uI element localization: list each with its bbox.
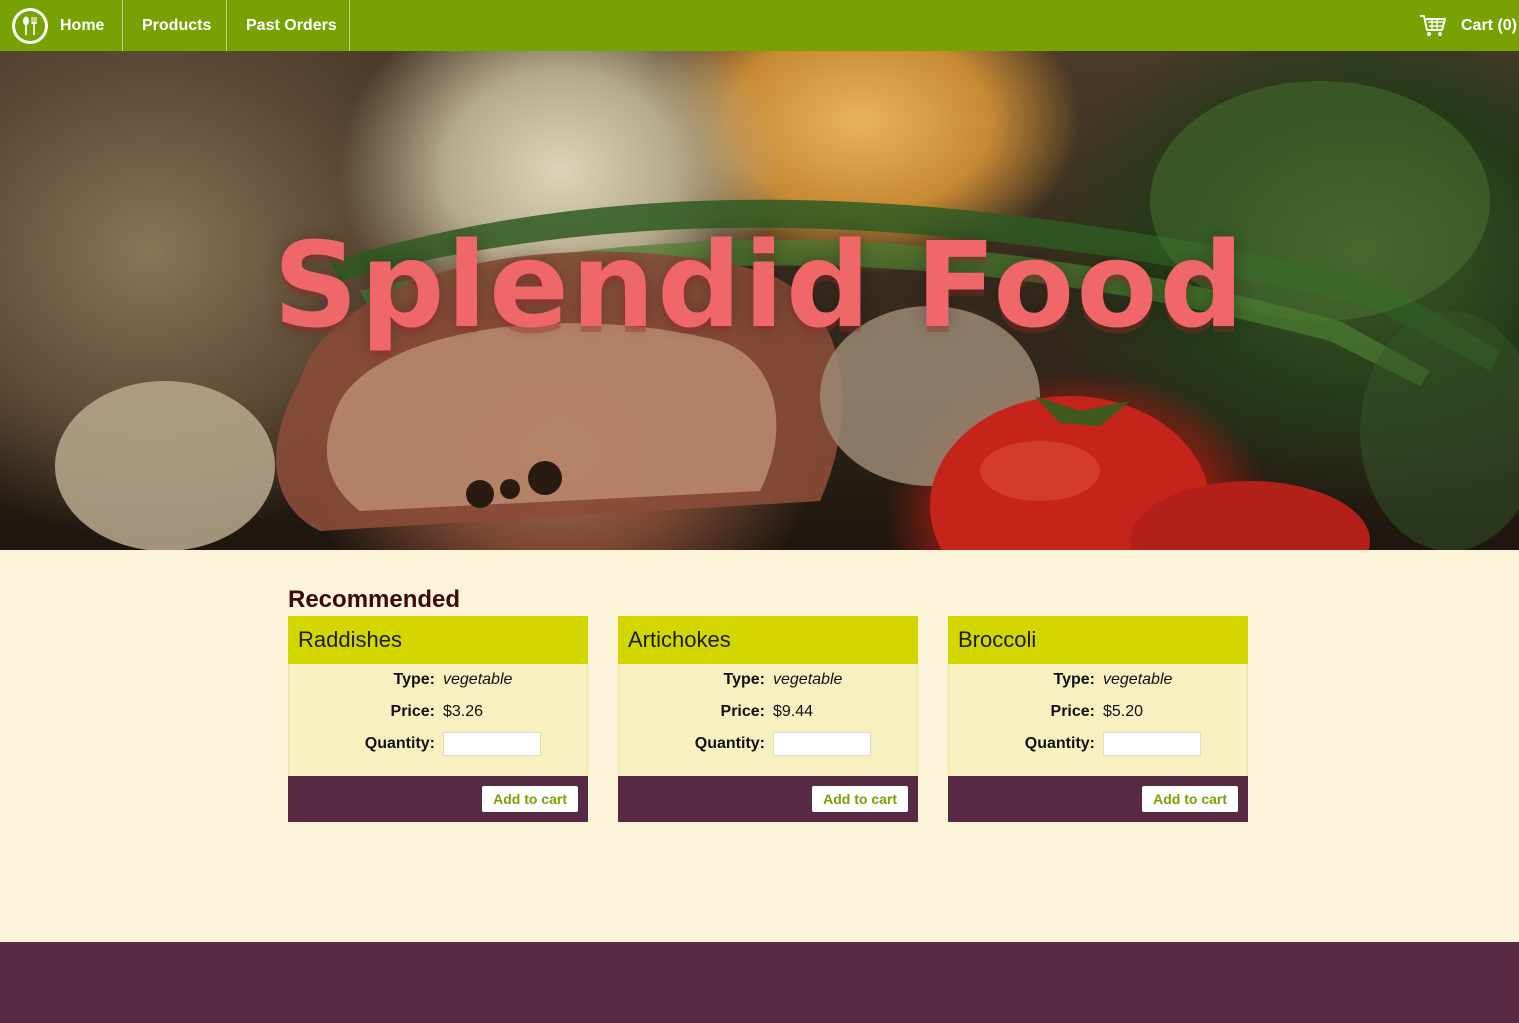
cart-label: Cart (0) <box>1460 16 1517 34</box>
nav-past-orders-link[interactable]: Past Orders <box>246 0 337 51</box>
product-card: Raddishes Type: vegetable Price: $3.26 Q… <box>288 616 588 822</box>
product-name: Artichokes <box>618 616 918 664</box>
product-card: Artichokes Type: vegetable Price: $9.44 … <box>618 616 918 822</box>
quantity-input[interactable] <box>773 732 871 756</box>
nav-products-link[interactable]: Products <box>142 0 211 51</box>
nav-home-label: Home <box>60 16 105 34</box>
product-card-footer: Add to cart <box>618 776 918 822</box>
type-value: vegetable <box>1103 671 1173 688</box>
top-navbar: Home Products Past Orders Cart (0) <box>0 0 1519 51</box>
add-to-cart-button[interactable]: Add to cart <box>812 786 908 812</box>
quantity-row: Quantity: <box>949 731 1249 757</box>
hero-banner: Splendid Food <box>0 51 1519 550</box>
price-label: Price: <box>390 703 435 720</box>
nav-divider <box>122 0 123 51</box>
price-label: Price: <box>720 703 765 720</box>
shopping-cart-icon <box>1419 14 1447 38</box>
price-value: $9.44 <box>773 703 814 720</box>
type-label: Type: <box>1053 671 1095 688</box>
price-value: $3.26 <box>443 703 484 720</box>
type-label: Type: <box>723 671 765 688</box>
nav-divider <box>226 0 227 51</box>
type-row: Type: vegetable <box>619 667 919 693</box>
quantity-input[interactable] <box>443 732 541 756</box>
quantity-label: Quantity: <box>364 735 435 752</box>
product-details: Type: vegetable Price: $3.26 Quantity: <box>288 664 588 776</box>
quantity-label: Quantity: <box>694 735 765 752</box>
page-footer <box>0 942 1519 1023</box>
product-card-footer: Add to cart <box>288 776 588 822</box>
nav-past-orders-label: Past Orders <box>246 16 337 34</box>
add-to-cart-button[interactable]: Add to cart <box>1142 786 1238 812</box>
hero-title: Splendid Food <box>273 216 1246 354</box>
fork-spoon-glyph <box>23 16 37 35</box>
type-value: vegetable <box>443 671 513 688</box>
section-heading: Recommended <box>288 586 461 613</box>
product-name: Broccoli <box>948 616 1248 664</box>
product-details: Type: vegetable Price: $9.44 Quantity: <box>618 664 918 776</box>
price-row: Price: $3.26 <box>289 699 589 725</box>
type-row: Type: vegetable <box>949 667 1249 693</box>
price-row: Price: $9.44 <box>619 699 919 725</box>
nav-divider <box>349 0 350 51</box>
cart-link[interactable]: Cart (0) <box>1419 0 1517 51</box>
add-to-cart-button[interactable]: Add to cart <box>482 786 578 812</box>
fork-and-spoon-icon[interactable] <box>12 8 48 44</box>
type-row: Type: vegetable <box>289 667 589 693</box>
logo-inner <box>15 11 45 41</box>
price-row: Price: $5.20 <box>949 699 1249 725</box>
nav-products-label: Products <box>142 16 212 34</box>
quantity-row: Quantity: <box>619 731 919 757</box>
type-value: vegetable <box>773 671 843 688</box>
type-label: Type: <box>393 671 435 688</box>
price-value: $5.20 <box>1103 703 1144 720</box>
quantity-row: Quantity: <box>289 731 589 757</box>
product-card: Broccoli Type: vegetable Price: $5.20 Qu… <box>948 616 1248 822</box>
product-card-footer: Add to cart <box>948 776 1248 822</box>
product-name: Raddishes <box>288 616 588 664</box>
product-details: Type: vegetable Price: $5.20 Quantity: <box>948 664 1248 776</box>
nav-home-link[interactable]: Home <box>60 0 104 51</box>
price-label: Price: <box>1050 703 1095 720</box>
quantity-label: Quantity: <box>1024 735 1095 752</box>
quantity-input[interactable] <box>1103 732 1201 756</box>
